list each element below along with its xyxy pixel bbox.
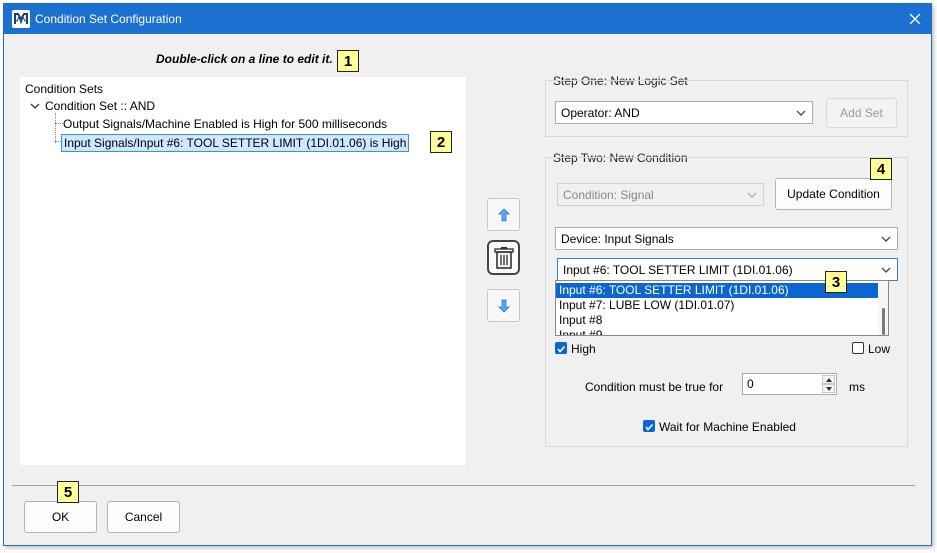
condition-type-select[interactable]: Condition: Signal (557, 183, 764, 206)
edit-hint: Double-click on a line to edit it. (156, 52, 333, 66)
move-down-button[interactable] (487, 289, 520, 322)
duration-label: Condition must be true for (585, 380, 724, 394)
ok-button[interactable]: OK (24, 501, 97, 533)
wait-machine-enabled-label: Wait for Machine Enabled (659, 420, 796, 434)
duration-value: 0 (747, 377, 754, 391)
callout-5: 5 (57, 481, 79, 503)
close-icon (909, 13, 921, 25)
chevron-down-icon (881, 236, 891, 242)
scrollbar-thumb[interactable] (882, 308, 885, 335)
stepper-down-button[interactable] (822, 384, 835, 393)
condition-set-label: Condition Set :: AND (45, 99, 156, 113)
wait-machine-enabled-checkbox[interactable] (643, 420, 655, 432)
tree-connector (55, 113, 56, 143)
caret-up-icon (825, 377, 832, 382)
arrow-up-icon (497, 207, 510, 221)
chevron-down-icon (881, 267, 891, 273)
cancel-button[interactable]: Cancel (107, 501, 180, 533)
chevron-down-icon (747, 192, 757, 198)
high-label: High (571, 342, 596, 356)
chevron-down-icon[interactable] (29, 100, 41, 112)
tree-node-condition-set[interactable]: Condition Set :: AND (29, 99, 155, 113)
device-value: Device: Input Signals (561, 231, 674, 246)
operator-value: Operator: AND (561, 105, 640, 120)
add-set-button[interactable]: Add Set (826, 98, 897, 128)
trash-icon (493, 246, 514, 269)
tree-item-condition-selected[interactable]: Input Signals/Input #6: TOOL SETTER LIMI… (61, 134, 410, 152)
duration-unit: ms (849, 380, 865, 394)
duration-stepper[interactable]: 0 (742, 373, 837, 395)
low-label: Low (868, 342, 891, 356)
title-bar[interactable]: Condition Set Configuration (4, 4, 931, 34)
tree-item-condition[interactable]: Output Signals/Machine Enabled is High f… (63, 117, 387, 131)
delete-button[interactable] (487, 240, 520, 275)
tree-root-label: Condition Sets (25, 82, 104, 96)
chevron-down-icon (796, 110, 806, 116)
list-item[interactable]: Input #9 (556, 328, 880, 335)
callout-3: 3 (825, 271, 847, 293)
list-item[interactable]: Input #8 (556, 313, 880, 328)
check-icon (645, 423, 654, 431)
callout-4: 4 (870, 158, 892, 180)
dropdown-scrollbar[interactable] (878, 281, 888, 335)
window-title: Condition Set Configuration (35, 12, 182, 26)
operator-select[interactable]: Operator: AND (555, 101, 813, 124)
move-up-button[interactable] (487, 198, 520, 231)
condition-type-value: Condition: Signal (563, 187, 654, 202)
low-checkbox[interactable] (852, 342, 864, 354)
list-item[interactable]: Input #7: LUBE LOW (1DI.01.07) (556, 298, 880, 313)
condition-sets-tree[interactable]: Condition Sets Condition Set :: AND Outp… (20, 77, 466, 465)
arrow-down-icon (497, 299, 510, 313)
close-button[interactable] (903, 7, 927, 31)
caret-down-icon (825, 386, 832, 391)
machine-logo-icon (12, 10, 30, 28)
signal-value: Input #6: TOOL SETTER LIMIT (1DI.01.06) (563, 262, 793, 277)
callout-2: 2 (430, 131, 452, 153)
callout-1: 1 (337, 50, 359, 72)
tree-connector (55, 123, 63, 124)
footer-divider (12, 485, 915, 486)
device-select[interactable]: Device: Input Signals (555, 227, 898, 250)
check-icon (557, 345, 566, 353)
update-condition-button[interactable]: Update Condition (775, 178, 892, 210)
stepper-up-button[interactable] (822, 375, 835, 384)
high-checkbox[interactable] (555, 342, 567, 354)
